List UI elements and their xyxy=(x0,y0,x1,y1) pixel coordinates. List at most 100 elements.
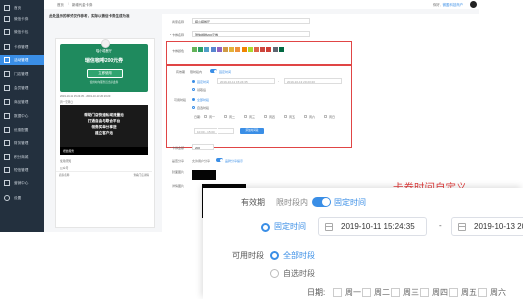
use-now-button[interactable]: 立即使用 xyxy=(87,69,123,78)
color-swatch[interactable] xyxy=(216,47,222,52)
start-date-input[interactable]: 2019-10-11 15:24:35 xyxy=(217,78,275,84)
zoom-all-time-radio[interactable] xyxy=(270,251,279,260)
weekday-checkbox[interactable] xyxy=(224,115,227,118)
color-swatch[interactable] xyxy=(247,47,253,52)
zoom-weekday-label: 周五 xyxy=(461,288,477,297)
weekday-checkbox[interactable] xyxy=(204,115,207,118)
color-swatch[interactable] xyxy=(235,47,241,52)
color-swatch[interactable] xyxy=(278,47,284,52)
sidebar-item-label: 卡券管理 xyxy=(14,44,29,49)
coupon-title: 瑞信咖啡200元券 xyxy=(84,58,124,64)
zoom-custom-time-radio[interactable] xyxy=(270,269,279,278)
zoom-weekday-checkbox[interactable] xyxy=(333,288,342,297)
sidebar-item-settings[interactable]: 设置 xyxy=(0,193,44,203)
sidebar-item-discount[interactable]: 优惠配置 xyxy=(0,125,44,135)
color-swatch[interactable] xyxy=(223,47,228,52)
sidebar-item-store[interactable]: 门店管理 xyxy=(0,69,44,79)
sidebar-item-wechat-coupon[interactable]: 微信卡券 xyxy=(0,14,44,24)
weekday-label: 周一 xyxy=(209,115,216,119)
validity-sub: 限时段内 xyxy=(190,70,203,74)
sidebar-item-finance[interactable]: 财务管理 xyxy=(0,138,44,148)
sidebar-item-goods[interactable]: 商品管理 xyxy=(0,97,44,107)
color-swatch[interactable] xyxy=(241,47,247,52)
breadcrumb-current: 新增代金卡券 xyxy=(72,3,93,7)
zoom-end-date-value: 2019-10-13 20:23:20 xyxy=(474,222,523,231)
zoom-weekday-label: 周六 xyxy=(490,288,506,297)
cover-image[interactable] xyxy=(192,170,216,180)
zoom-weekday-checkbox[interactable] xyxy=(391,288,400,297)
service-bar: 增益服务 xyxy=(60,147,148,155)
breadcrumb-home[interactable]: 首页 xyxy=(57,2,64,7)
store-icon xyxy=(4,71,10,77)
sidebar-item-sms[interactable]: 短信管理 xyxy=(0,165,44,175)
all-time-radio[interactable] xyxy=(192,98,195,101)
relative-time-radio[interactable] xyxy=(192,88,195,91)
zoom-weekday-checkbox[interactable] xyxy=(449,288,458,297)
time-range-start: 10:00 - 15:00 xyxy=(197,130,215,134)
detail-img-label: 详情图片 xyxy=(172,184,185,188)
footer-right[interactable]: 查看门店详情 xyxy=(133,173,149,177)
weekday-label: 周日 xyxy=(329,115,336,119)
color-swatch[interactable] xyxy=(266,47,272,52)
avatar[interactable] xyxy=(470,1,477,8)
weekday-checkbox[interactable] xyxy=(264,115,267,118)
share-toggle[interactable] xyxy=(216,158,223,162)
user-greeting[interactable]: 你好, 微盈科技商户 xyxy=(433,2,463,7)
fixed-time-radio[interactable] xyxy=(192,80,195,83)
sidebar-item-points-mall[interactable]: 积分商城 xyxy=(0,152,44,162)
color-swatch[interactable] xyxy=(204,47,210,52)
weekday-checkbox[interactable] xyxy=(284,115,287,118)
weekday-checkbox[interactable] xyxy=(304,115,307,118)
sidebar-item-data[interactable]: 数据中心 xyxy=(0,111,44,121)
color-swatch[interactable] xyxy=(198,47,204,52)
merchant-input[interactable]: 喵小喵餐厅 xyxy=(192,18,310,24)
zoom-end-date-input[interactable]: 2019-10-13 20:23:20 xyxy=(451,217,523,236)
color-swatch[interactable] xyxy=(210,47,216,52)
zoom-validity-toggle[interactable] xyxy=(312,197,331,207)
sidebar-item-coupon-manage[interactable]: 卡券管理 xyxy=(0,42,44,52)
sidebar-item-member[interactable]: 会员管理 xyxy=(0,83,44,93)
sidebar-item-marketing[interactable]: 营销中心 xyxy=(0,178,44,188)
zoom-date-label: 日期: xyxy=(307,288,326,297)
ticket-icon xyxy=(4,16,10,22)
promo-line: 建立客户池 xyxy=(95,131,113,135)
color-swatch[interactable] xyxy=(254,47,259,52)
weekday-checkbox[interactable] xyxy=(324,115,327,118)
sidebar-item-wechat-wallet[interactable]: 微信卡包 xyxy=(0,27,44,37)
usage-days: 周一至周日 xyxy=(60,100,73,104)
zoom-weekday-checkbox[interactable] xyxy=(478,288,487,297)
weekday-label: 周六 xyxy=(309,115,316,119)
sidebar-item-activity[interactable]: 活动管理 xyxy=(0,55,44,65)
color-swatch[interactable] xyxy=(272,47,278,52)
custom-time-radio[interactable] xyxy=(192,106,195,109)
share-text: 允许用户分享 xyxy=(192,159,211,163)
color-swatch[interactable] xyxy=(192,47,197,52)
zoomed-detail-panel: 有效期 限时段内 固定时间 固定时间 2019-10-11 15:24:35 -… xyxy=(203,188,523,299)
validity-toggle-label: 固定时间 xyxy=(219,70,232,74)
title-input[interactable]: 瑞信咖啡200元券 xyxy=(192,31,310,37)
color-swatch[interactable] xyxy=(229,47,235,52)
price-input[interactable]: 200 xyxy=(192,144,214,150)
goods-icon xyxy=(4,99,10,105)
time-range-input[interactable]: 10:00 - 15:00 xyxy=(194,128,234,134)
weekday-label: 周二 xyxy=(229,115,236,119)
zoom-fixed-time-radio[interactable] xyxy=(261,223,270,232)
sidebar-item-home[interactable]: 首页 xyxy=(0,3,44,13)
color-swatch[interactable] xyxy=(260,47,266,52)
zoom-weekday-checkbox[interactable] xyxy=(362,288,371,297)
price-label: * 卡券金额 xyxy=(170,146,185,150)
add-time-button[interactable]: 添加时间段 xyxy=(240,128,264,134)
zoom-weekday-label: 周一 xyxy=(345,288,361,297)
validity-toggle[interactable] xyxy=(210,69,217,73)
weekday-checkbox[interactable] xyxy=(244,115,247,118)
detail-label: 使用须知 xyxy=(60,159,72,163)
end-date-input[interactable]: 2019-10-13 20:23:20 xyxy=(284,78,342,84)
all-time-label: 全部时段 xyxy=(197,98,210,102)
zoom-validity-label: 有效期 xyxy=(241,198,265,207)
zoom-start-date-input[interactable]: 2019-10-11 15:24:35 xyxy=(318,217,427,236)
promo-line: 领券买单分享送 xyxy=(91,125,117,129)
validity-label: 有效期 xyxy=(176,70,186,74)
sidebar-item-label: 活动管理 xyxy=(14,57,29,62)
preview-footer: 商家名称 查看门店详情 xyxy=(56,171,152,178)
zoom-weekday-checkbox[interactable] xyxy=(420,288,429,297)
